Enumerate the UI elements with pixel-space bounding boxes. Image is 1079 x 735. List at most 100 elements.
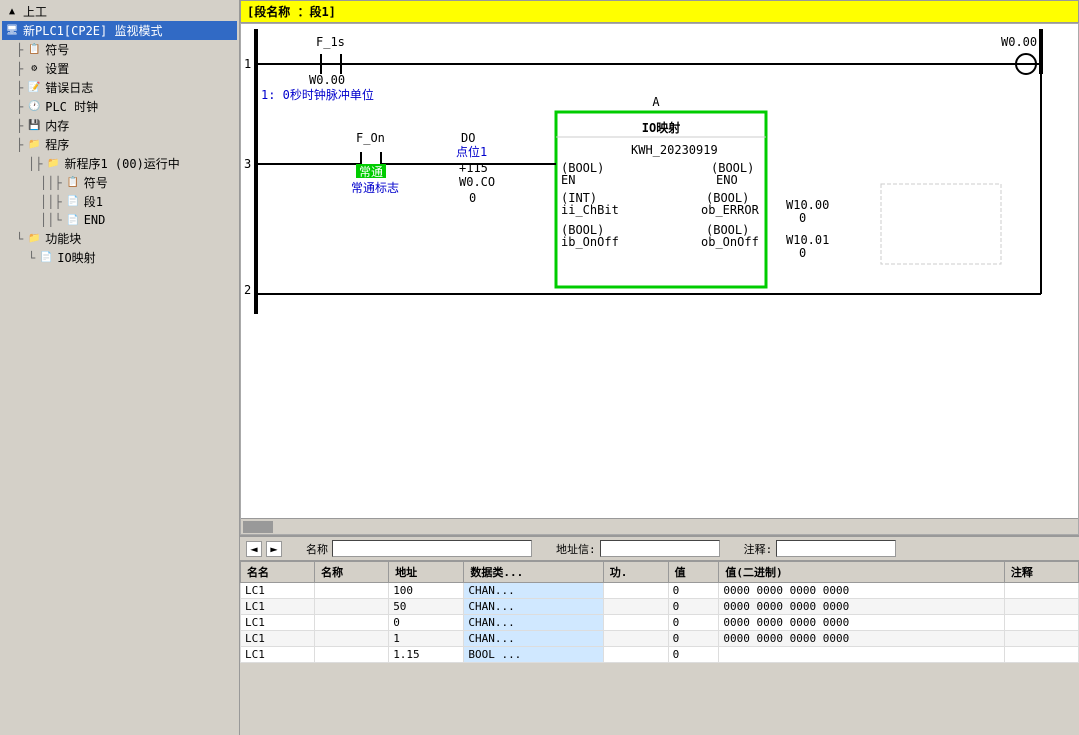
table-cell: LC1 [241,615,315,631]
sidebar-item-program[interactable]: ├ 📁 程序 [14,135,237,154]
svg-text:1: 1 [244,57,251,71]
table-cell: 1 [389,631,464,647]
svg-text:常通标志: 常通标志 [351,181,399,195]
svg-text:0: 0 [469,191,476,205]
note-input[interactable] [776,540,896,557]
symbol2-icon: 📋 [65,175,81,191]
sidebar-item-iomap[interactable]: └ 📄 IO映射 [26,248,237,267]
monitor-table-container[interactable]: 名名 名称 地址 数据类... 功. 值 值(二进制) 注释 LC11 [240,561,1079,721]
svg-text:ib_OnOff: ib_OnOff [561,235,619,249]
sidebar-item-memory[interactable]: ├ 💾 内存 [14,116,237,135]
sidebar-item-rung1[interactable]: ││├ 📄 段1 [38,192,237,211]
table-row[interactable]: LC1100CHAN...00000 0000 0000 0000 [241,583,1079,599]
svg-text:IO映射: IO映射 [642,120,680,135]
program-folder-icon: 📁 [26,137,42,153]
tree-line5: ├ [16,138,23,152]
sidebar-item-symbol2[interactable]: ││├ 📋 符号 [38,173,237,192]
folder-icon: ▲ [4,4,20,20]
name-input[interactable] [332,540,532,557]
table-cell [315,615,389,631]
table-cell [1004,599,1078,615]
ladder-diagram: F_1s W0.00 W0.00 1 1: 0秒时钟脉冲单位 [241,24,1078,354]
table-cell [719,647,1004,663]
table-cell [603,599,668,615]
bottom-panel: ◄ ► 名称 地址信: 注释: 名名 名 [240,535,1079,735]
sidebar-item-plc1[interactable]: 🖥 新PLC1[CP2E] 监视模式 [2,21,237,40]
table-cell: LC1 [241,631,315,647]
sidebar-item-funcblock[interactable]: └ 📁 功能块 [14,229,237,248]
table-cell [1004,615,1078,631]
svg-text:DO: DO [461,131,475,145]
address-label: 地址信: [556,541,596,557]
svg-text:ob_OnOff: ob_OnOff [701,235,759,249]
svg-text:W0.00: W0.00 [309,73,345,87]
svg-text:F_On: F_On [356,131,385,145]
svg-text:0: 0 [799,246,806,260]
table-cell: CHAN... [464,599,603,615]
col-name: 名称 [315,562,389,583]
sidebar-item-errorlog[interactable]: ├ 📝 错误日志 [14,78,237,97]
table-cell: 0 [668,631,719,647]
table-cell: 0000 0000 0000 0000 [719,615,1004,631]
table-cell [315,647,389,663]
tree-line11: └ [28,251,35,265]
tree-line: ├ [16,62,23,76]
sidebar-item-settings[interactable]: ├ ⚙ 设置 [14,59,237,78]
table-cell: CHAN... [464,583,603,599]
svg-text:点位1: 点位1 [456,144,487,159]
col-address: 地址 [389,562,464,583]
table-cell: 50 [389,599,464,615]
table-cell: 1.15 [389,647,464,663]
table-cell [603,615,668,631]
svg-text:W10.00: W10.00 [786,198,829,212]
h-scrollbar-thumb[interactable] [243,521,273,533]
scroll-right-btn[interactable]: ► [266,541,282,557]
table-cell [315,599,389,615]
table-cell: LC1 [241,599,315,615]
tree-line2: ├ [16,81,23,95]
table-cell: 0 [668,599,719,615]
svg-text:EN: EN [561,173,575,187]
tree-expand: ├ [16,43,23,57]
svg-text:W0.CO: W0.CO [459,175,495,189]
errorlog-icon: 📝 [26,80,42,96]
tree-line8: ││├ [40,195,62,209]
table-row[interactable]: LC11CHAN...00000 0000 0000 0000 [241,631,1079,647]
search-bar: ◄ ► 名称 地址信: 注释: [240,537,1079,561]
address-input[interactable] [600,540,720,557]
table-cell: CHAN... [464,615,603,631]
svg-text:W10.01: W10.01 [786,233,829,247]
symbol-icon: 📋 [26,42,42,58]
scroll-left-btn[interactable]: ◄ [246,541,262,557]
diagram-title: [段名称 ：段1] [247,5,336,19]
col-note: 注释 [1004,562,1078,583]
table-cell: LC1 [241,647,315,663]
tree-line4: ├ [16,119,23,133]
svg-text:2: 2 [244,283,251,297]
table-row[interactable]: LC11.15BOOL ...0 [241,647,1079,663]
svg-text:1: 0秒时钟脉冲单位: 1: 0秒时钟脉冲单位 [261,87,374,102]
table-cell: 0 [668,647,719,663]
col-value: 值 [668,562,719,583]
table-cell [603,647,668,663]
diagram-area: [段名称 ：段1] [240,0,1079,735]
sidebar-group-func: └ 📄 IO映射 [14,248,237,267]
h-scroll[interactable] [241,518,1078,534]
table-cell: 100 [389,583,464,599]
svg-text:0: 0 [799,211,806,225]
sidebar-item-symbol[interactable]: ├ 📋 符号 [14,40,237,59]
app-container: ▲ 上工 🖥 新PLC1[CP2E] 监视模式 ├ 📋 符号 ├ ⚙ 设置 [0,0,1079,735]
sidebar-item-newprog[interactable]: │├ 📁 新程序1 (00)运行中 [26,154,237,173]
sidebar-item-clock[interactable]: ├ 🕐 PLC 时钟 [14,97,237,116]
table-cell [1004,631,1078,647]
svg-text:A: A [652,95,660,109]
sidebar-group-prog: │├ 📁 新程序1 (00)运行中 ││├ 📋 符号 ││├ 📄 [14,154,237,229]
table-row[interactable]: LC150CHAN...00000 0000 0000 0000 [241,599,1079,615]
sidebar-item-root[interactable]: ▲ 上工 [2,2,237,21]
plc-icon: 🖥 [4,23,20,39]
sidebar-item-end[interactable]: ││└ 📄 END [38,211,237,229]
ladder-svg: F_1s W0.00 W0.00 1 1: 0秒时钟脉冲单位 [241,24,1061,344]
table-cell [1004,647,1078,663]
table-row[interactable]: LC10CHAN...00000 0000 0000 0000 [241,615,1079,631]
ladder-canvas[interactable]: F_1s W0.00 W0.00 1 1: 0秒时钟脉冲单位 [240,23,1079,535]
